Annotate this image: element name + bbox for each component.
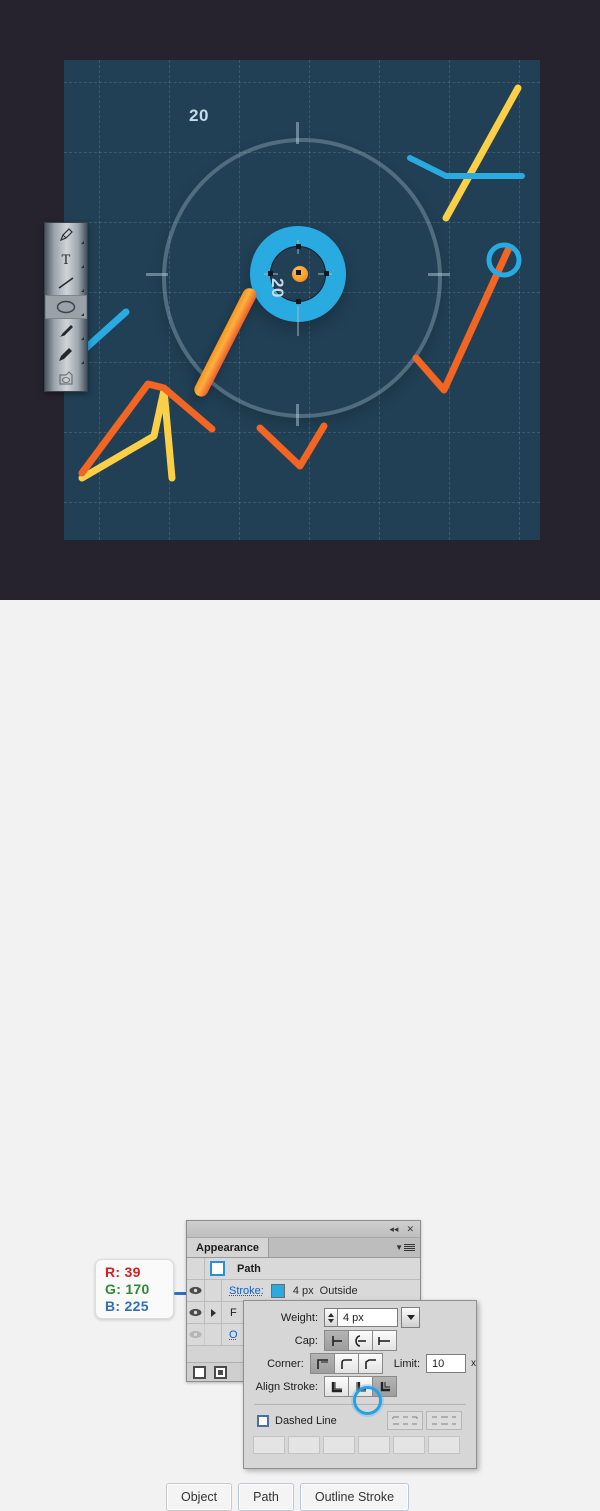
hamburger-icon <box>404 1244 415 1252</box>
corner-button-group[interactable] <box>310 1353 382 1374</box>
paintbrush-tool[interactable] <box>45 319 87 343</box>
butt-cap-button[interactable] <box>324 1330 349 1351</box>
tool-corner-marker <box>81 337 84 340</box>
miter-join-button[interactable] <box>310 1353 335 1374</box>
outline-stroke-button[interactable]: Outline Stroke <box>300 1483 409 1511</box>
blob-brush-tool[interactable] <box>45 367 87 391</box>
panel-flyout-menu-icon[interactable]: ▼ <box>395 1238 420 1257</box>
tool-corner-marker <box>81 241 84 244</box>
illustrator-stage: 20 20 T <box>0 0 600 600</box>
bevel-join-button[interactable] <box>358 1353 383 1374</box>
corner-label: Corner: <box>252 1358 310 1370</box>
add-new-fill-button[interactable] <box>214 1366 227 1379</box>
stroke-corner-row: Corner: Limit: 10 x <box>244 1352 476 1375</box>
weight-dropdown-button[interactable] <box>401 1307 420 1328</box>
stroke-cap-row: Cap: <box>244 1329 476 1352</box>
gauge-label-top: 20 <box>189 106 209 126</box>
dash-field[interactable] <box>253 1436 285 1454</box>
round-cap-button[interactable] <box>348 1330 373 1351</box>
artboard-canvas[interactable]: 20 20 <box>64 60 540 540</box>
limit-input[interactable]: 10 <box>426 1354 466 1373</box>
appearance-path-label: Path <box>229 1263 261 1275</box>
anchor-point[interactable] <box>268 271 273 276</box>
align-outside-highlight-ring <box>353 1386 382 1415</box>
type-tool[interactable]: T <box>45 247 87 271</box>
anchor-point[interactable] <box>296 244 301 249</box>
chevron-down-icon <box>407 1315 415 1320</box>
dashed-line-checkbox[interactable] <box>257 1415 269 1427</box>
visibility-toggle-stroke[interactable] <box>187 1280 205 1301</box>
limit-unit: x <box>466 1358 476 1369</box>
anchor-point[interactable] <box>324 271 329 276</box>
align-stroke-label: Align Stroke: <box>252 1381 324 1393</box>
dash-adjust-button[interactable] <box>426 1411 462 1430</box>
dashed-line-label: Dashed Line <box>275 1415 337 1427</box>
expand-arrow-opacity[interactable] <box>205 1324 222 1345</box>
tool-corner-marker <box>81 361 84 364</box>
pen-tool[interactable] <box>45 223 87 247</box>
appearance-fill-label: F <box>222 1307 237 1319</box>
stroke-color-swatch[interactable] <box>271 1284 285 1298</box>
add-new-stroke-button[interactable] <box>193 1366 206 1379</box>
anchor-point[interactable] <box>296 299 301 304</box>
path-thumbnail <box>205 1258 229 1279</box>
limit-label: Limit: <box>382 1358 426 1370</box>
expand-arrow-stroke[interactable] <box>205 1280 222 1301</box>
close-icon[interactable]: ✕ <box>406 1225 414 1234</box>
appearance-row-path[interactable]: Path <box>187 1258 420 1280</box>
appearance-row-stroke[interactable]: Stroke: 4 px Outside <box>187 1280 420 1302</box>
pencil-tool[interactable] <box>45 343 87 367</box>
stroke-weight-row: Weight: 4 px <box>244 1306 476 1329</box>
expand-arrow-fill[interactable] <box>205 1302 222 1323</box>
visibility-toggle-fill[interactable] <box>187 1302 205 1323</box>
align-center-button[interactable] <box>324 1376 349 1397</box>
cap-label: Cap: <box>252 1335 324 1347</box>
gauge-label-right: 20 <box>267 278 287 298</box>
stroke-weight-text[interactable]: 4 px <box>285 1285 314 1297</box>
path-button[interactable]: Path <box>238 1483 294 1511</box>
bottom-button-bar: Object Path Outline Stroke <box>166 1483 409 1511</box>
path-swatch-icon <box>210 1261 225 1276</box>
collapse-icon[interactable]: ◂◂ <box>389 1225 398 1234</box>
stroke-link[interactable]: Stroke: <box>222 1285 264 1297</box>
weight-stepper[interactable] <box>324 1308 338 1327</box>
svg-text:T: T <box>62 253 71 267</box>
path-crosshair-bottom <box>297 306 299 336</box>
dash-gap-fields <box>244 1432 476 1454</box>
tab-appearance[interactable]: Appearance <box>187 1238 269 1257</box>
tutorial-lower-area: R: 39 G: 170 B: 225 ◂◂ ✕ Appearance ▼ Pa… <box>0 600 600 930</box>
opacity-link[interactable]: O <box>222 1329 238 1341</box>
tool-corner-marker <box>81 289 84 292</box>
anchor-point-center[interactable] <box>296 270 301 275</box>
panel-titlebar: ◂◂ ✕ <box>187 1221 420 1238</box>
row-gutter <box>187 1258 205 1279</box>
stroke-align-text: Outside <box>314 1285 358 1297</box>
gap-field[interactable] <box>288 1436 320 1454</box>
projecting-cap-button[interactable] <box>372 1330 397 1351</box>
line-segment-tool[interactable] <box>45 271 87 295</box>
weight-input[interactable]: 4 px <box>338 1308 398 1327</box>
rgb-red-value: R: 39 <box>105 1264 173 1281</box>
gap-field[interactable] <box>358 1436 390 1454</box>
visibility-toggle-opacity[interactable] <box>187 1324 205 1345</box>
dash-preserve-exact-button[interactable] <box>387 1411 423 1430</box>
weight-label: Weight: <box>252 1312 324 1324</box>
rgb-green-value: G: 170 <box>105 1281 173 1298</box>
round-join-button[interactable] <box>334 1353 359 1374</box>
dash-field[interactable] <box>393 1436 425 1454</box>
tool-corner-marker <box>81 313 84 316</box>
stroke-options-panel[interactable]: Weight: 4 px Cap: Corner: Limit: 10 x Al… <box>243 1300 477 1469</box>
ellipse-tool[interactable] <box>45 295 87 319</box>
object-button[interactable]: Object <box>166 1483 232 1511</box>
panel-tab-row: Appearance ▼ <box>187 1238 420 1258</box>
tools-panel[interactable]: T <box>44 222 88 392</box>
rgb-blue-value: B: 225 <box>105 1298 173 1315</box>
dash-field[interactable] <box>323 1436 355 1454</box>
tool-corner-marker <box>81 265 84 268</box>
cap-button-group[interactable] <box>324 1330 396 1351</box>
rgb-color-callout: R: 39 G: 170 B: 225 <box>95 1259 174 1319</box>
gap-field[interactable] <box>428 1436 460 1454</box>
